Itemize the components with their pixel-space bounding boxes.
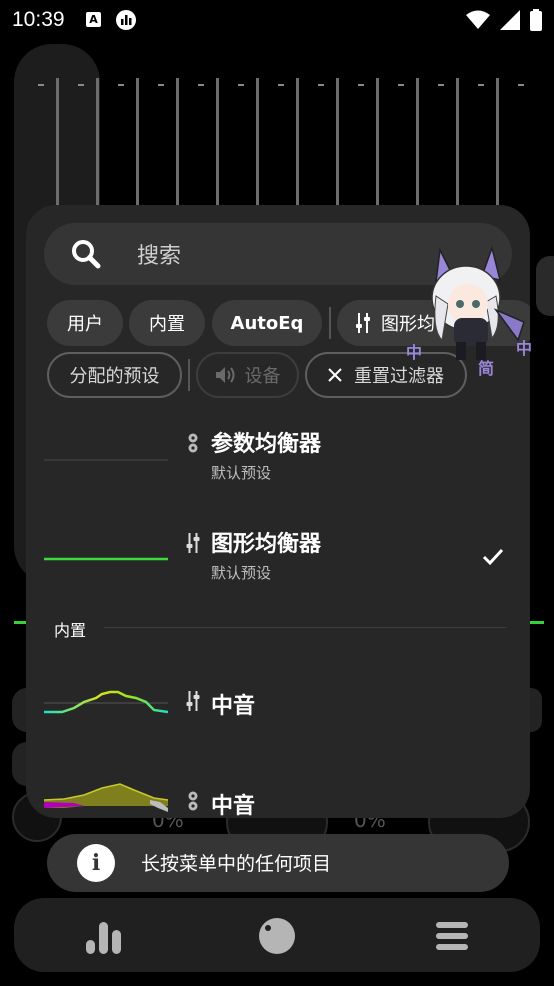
eq-band-slider bbox=[56, 78, 59, 210]
graphic-eq-icon bbox=[356, 313, 370, 333]
grid-dash bbox=[78, 84, 84, 86]
eq-band-slider bbox=[216, 78, 219, 210]
preset-curve-preview bbox=[44, 557, 168, 561]
eq-band-slider bbox=[176, 78, 179, 210]
grid-dash bbox=[438, 84, 444, 86]
chip-label: AutoEq bbox=[230, 312, 304, 334]
status-bar: 10:39 A bbox=[0, 0, 554, 40]
chip-autoeq[interactable]: AutoEq bbox=[212, 300, 322, 346]
svg-text:中: 中 bbox=[516, 339, 532, 358]
chip-user[interactable]: 用户 bbox=[47, 300, 123, 346]
preset-title: 图形均衡器 bbox=[211, 532, 322, 557]
eq-band-slider bbox=[136, 78, 139, 210]
grid-dash bbox=[38, 84, 44, 86]
mascot-sticker: 中 简 中 bbox=[406, 245, 532, 378]
chip-assigned-presets[interactable]: 分配的预设 bbox=[47, 352, 182, 398]
checkmark-icon bbox=[482, 548, 504, 566]
chip-label: 内置 bbox=[149, 314, 185, 335]
svg-text:中: 中 bbox=[406, 343, 422, 362]
eq-band-slider bbox=[336, 78, 339, 210]
bottom-navigation bbox=[14, 898, 540, 972]
preset-title: 中音 bbox=[211, 694, 256, 719]
chip-builtin[interactable]: 内置 bbox=[129, 300, 205, 346]
status-time: 10:39 bbox=[12, 8, 65, 31]
preset-title: 中音 bbox=[211, 794, 256, 818]
graphic-eq-icon bbox=[186, 533, 200, 553]
wifi-icon bbox=[466, 10, 490, 29]
chip-divider bbox=[329, 307, 331, 339]
eq-band-slider bbox=[96, 78, 99, 210]
section-header-builtin: 内置 bbox=[54, 621, 87, 640]
grid-dash bbox=[518, 84, 524, 86]
nav-equalizer[interactable] bbox=[82, 914, 126, 958]
grid-dash bbox=[398, 84, 404, 86]
graph-edge-left bbox=[14, 621, 26, 624]
speaker-icon bbox=[215, 367, 234, 383]
preset-curve-preview bbox=[44, 459, 168, 461]
preset-curve-preview bbox=[44, 783, 168, 812]
knob-icon bbox=[259, 918, 295, 954]
battery-icon bbox=[530, 9, 542, 31]
grid-dash bbox=[318, 84, 324, 86]
menu-icon bbox=[436, 922, 468, 950]
preset-subtitle: 默认预设 bbox=[211, 464, 272, 482]
toast-text: 长按菜单中的任何项目 bbox=[141, 853, 332, 875]
eq-band-slider bbox=[256, 78, 259, 210]
toast-message: i 长按菜单中的任何项目 bbox=[47, 834, 509, 892]
grid-dash bbox=[358, 84, 364, 86]
preset-title: 参数均衡器 bbox=[211, 432, 322, 457]
section-divider bbox=[104, 627, 506, 628]
search-input[interactable]: 搜索 bbox=[137, 238, 181, 270]
chip-divider bbox=[188, 359, 190, 391]
grid-dash bbox=[478, 84, 484, 86]
app-a-icon: A bbox=[86, 12, 101, 27]
equalizer-bars-icon bbox=[86, 922, 121, 954]
chip-label: 设备 bbox=[244, 366, 281, 387]
nav-knob[interactable] bbox=[255, 914, 299, 958]
builtin-preset-row[interactable]: 中音 bbox=[26, 760, 530, 818]
eq-band-slider bbox=[296, 78, 299, 210]
parametric-eq-icon bbox=[188, 433, 198, 453]
signal-icon bbox=[500, 10, 520, 30]
search-icon bbox=[72, 240, 101, 269]
preset-curve-preview bbox=[44, 690, 168, 714]
grid-dash bbox=[198, 84, 204, 86]
grid-dash bbox=[158, 84, 164, 86]
preset-row-parametric[interactable]: 参数均衡器 默认预设 bbox=[26, 410, 530, 500]
graphic-eq-icon bbox=[186, 691, 200, 711]
close-icon bbox=[328, 368, 342, 382]
preset-row-graphic[interactable]: 图形均衡器 默认预设 bbox=[26, 510, 530, 600]
equalizer-app-icon bbox=[116, 10, 136, 30]
graph-edge-right bbox=[530, 621, 544, 624]
builtin-preset-row[interactable]: 中音 bbox=[26, 660, 530, 740]
chip-label: 分配的预设 bbox=[69, 366, 160, 387]
nav-menu[interactable] bbox=[430, 914, 474, 958]
info-icon: i bbox=[77, 844, 115, 882]
eq-band-slider bbox=[496, 78, 499, 210]
svg-text:简: 简 bbox=[478, 359, 494, 378]
grid-dash bbox=[118, 84, 124, 86]
system-status-icons bbox=[466, 9, 542, 31]
grid-dash bbox=[238, 84, 244, 86]
chip-label: 用户 bbox=[67, 314, 103, 335]
chip-device[interactable]: 设备 bbox=[196, 352, 299, 398]
preset-subtitle: 默认预设 bbox=[211, 564, 272, 582]
grid-dash bbox=[278, 84, 284, 86]
eq-band-slider bbox=[456, 78, 459, 210]
parametric-eq-icon bbox=[188, 791, 198, 811]
eq-band-slider bbox=[416, 78, 419, 210]
eq-band-slider bbox=[376, 78, 379, 210]
